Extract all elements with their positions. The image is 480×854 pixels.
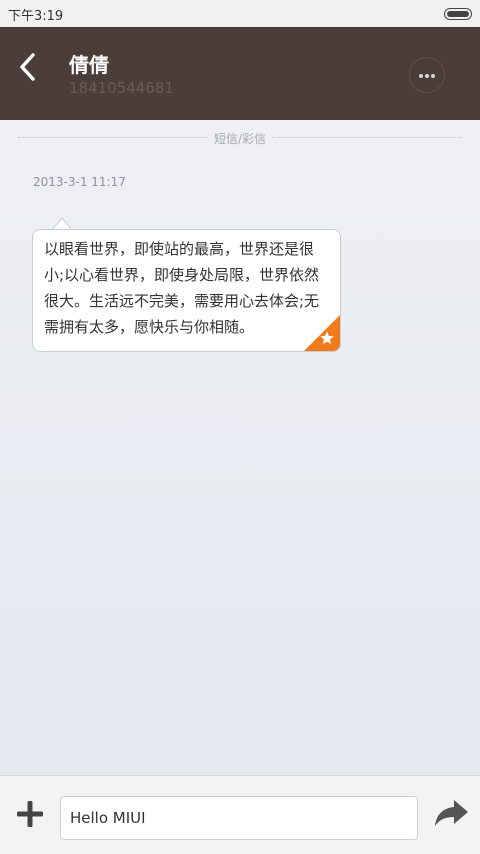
more-button[interactable] xyxy=(409,57,445,93)
message-thread[interactable]: 短信/彩信 2013-3-1 11:17 以眼看世界，即使站的最高，世界还是很小… xyxy=(0,120,480,775)
message-bubble[interactable]: 以眼看世界，即使站的最高，世界还是很小;以心看世界，即使身处局限，世界依然很大。… xyxy=(32,229,341,352)
contact-name: 倩倩 xyxy=(69,53,109,77)
battery-icon xyxy=(444,8,472,20)
add-attachment-button[interactable] xyxy=(12,796,48,832)
message-timestamp: 2013-3-1 11:17 xyxy=(33,175,126,189)
status-time: 下午3:19 xyxy=(8,9,64,24)
send-icon xyxy=(435,800,468,826)
conversation-header: 倩倩 18410544681 xyxy=(0,27,480,120)
add-icon xyxy=(17,801,43,827)
message-input[interactable] xyxy=(60,796,418,840)
thread-type-label: 短信/彩信 xyxy=(214,132,267,146)
message-text: 以眼看世界，即使站的最高，世界还是很小;以心看世界，即使身处局限，世界依然很大。… xyxy=(44,240,320,336)
contact-number: 18410544681 xyxy=(69,79,174,97)
back-icon xyxy=(20,53,35,81)
send-button[interactable] xyxy=(432,798,470,830)
divider-right xyxy=(272,137,462,138)
star-icon[interactable] xyxy=(304,315,340,351)
composer-bar xyxy=(0,775,480,854)
status-bar: 下午3:19 xyxy=(0,0,480,27)
back-button[interactable] xyxy=(14,49,44,85)
divider-left xyxy=(18,137,208,138)
